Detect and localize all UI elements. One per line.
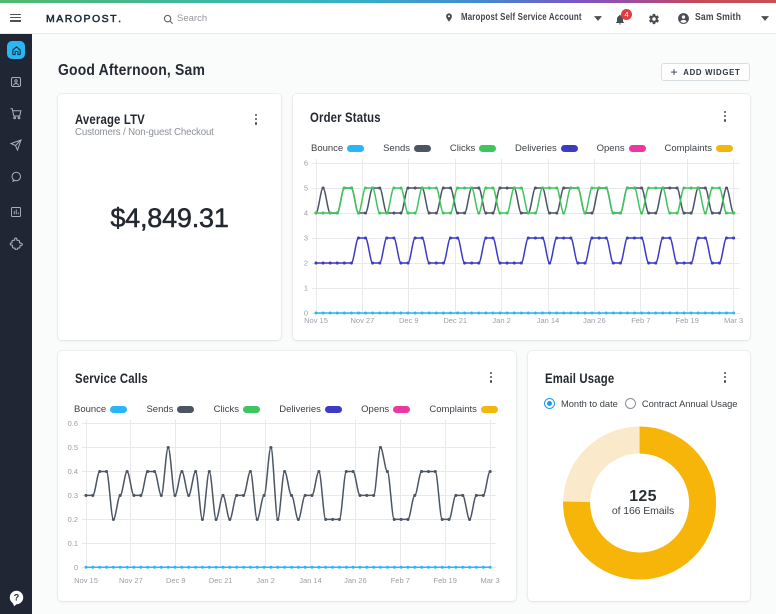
svg-text:4: 4: [304, 209, 308, 218]
svg-text:0.6: 0.6: [68, 419, 78, 428]
svg-text:Jan 26: Jan 26: [344, 576, 367, 585]
svg-text:Feb 7: Feb 7: [631, 316, 650, 325]
svg-text:Feb 19: Feb 19: [676, 316, 699, 325]
svg-text:?: ?: [14, 593, 20, 603]
svg-text:Dec 21: Dec 21: [209, 576, 233, 585]
svg-text:Jan 2: Jan 2: [256, 576, 274, 585]
svg-text:Jan 14: Jan 14: [537, 316, 560, 325]
svg-text:Dec 9: Dec 9: [399, 316, 419, 325]
svg-text:0.3: 0.3: [68, 491, 78, 500]
svg-text:Nov 15: Nov 15: [74, 576, 98, 585]
svg-text:Jan 14: Jan 14: [299, 576, 322, 585]
svg-text:Jan 26: Jan 26: [583, 316, 606, 325]
svg-text:Feb 7: Feb 7: [391, 576, 410, 585]
svg-text:Dec 9: Dec 9: [166, 576, 186, 585]
svg-text:Mar 3: Mar 3: [724, 316, 743, 325]
svg-text:Mar 3: Mar 3: [481, 576, 500, 585]
svg-text:1: 1: [304, 284, 308, 293]
svg-text:Nov 27: Nov 27: [351, 316, 375, 325]
svg-text:0: 0: [74, 563, 78, 572]
svg-text:0.4: 0.4: [68, 467, 78, 476]
svg-text:2: 2: [304, 259, 308, 268]
svg-text:Jan 2: Jan 2: [492, 316, 510, 325]
svg-text:0.1: 0.1: [68, 539, 78, 548]
svg-text:Dec 21: Dec 21: [443, 316, 467, 325]
svg-text:0.5: 0.5: [68, 443, 78, 452]
svg-text:5: 5: [304, 184, 308, 193]
svg-text:0.2: 0.2: [68, 515, 78, 524]
svg-text:Nov 15: Nov 15: [304, 316, 328, 325]
svg-text:Feb 19: Feb 19: [434, 576, 457, 585]
svg-text:Nov 27: Nov 27: [119, 576, 143, 585]
svg-text:3: 3: [304, 234, 308, 243]
svg-text:6: 6: [304, 159, 308, 168]
